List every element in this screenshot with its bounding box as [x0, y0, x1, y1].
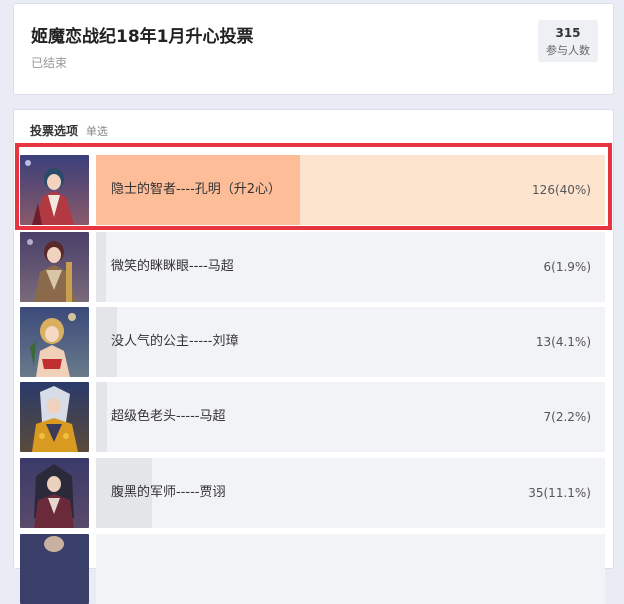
options-section-type: 单选: [85, 125, 108, 138]
option-bar-fill: [96, 382, 108, 452]
poll-option[interactable]: [20, 534, 605, 604]
option-avatar: [20, 232, 89, 302]
option-result: 35(11.1%): [528, 486, 591, 500]
option-label: 微笑的眯眯眼----马超: [111, 259, 234, 274]
option-label: 没人气的公主-----刘璋: [111, 334, 239, 349]
option-label: 超级色老头-----马超: [111, 409, 226, 424]
participant-count-box: 315 参与人数: [538, 20, 598, 62]
option-result: 7(2.2%): [543, 410, 591, 424]
option-bar-fill: [96, 232, 106, 302]
avatar-image: [20, 232, 89, 302]
avatar-image: [20, 534, 89, 604]
avatar-image: [20, 307, 89, 377]
poll-title: 姬魔恋战纪18年1月升心投票: [31, 27, 254, 47]
options-section-title: 投票选项: [30, 124, 79, 138]
poll-status: 已结束: [31, 56, 68, 70]
poll-option[interactable]: 没人气的公主-----刘璋 13(4.1%): [20, 307, 605, 377]
option-result: 13(4.1%): [535, 335, 591, 349]
option-avatar: [20, 458, 89, 528]
option-result: 126(40%): [532, 183, 591, 197]
poll-option[interactable]: 微笑的眯眯眼----马超 6(1.9%): [20, 232, 605, 302]
avatar-image: [20, 382, 89, 452]
option-avatar: [20, 307, 89, 377]
poll-option[interactable]: 隐士的智者----孔明（升2心） 126(40%): [20, 155, 605, 225]
option-avatar: [20, 534, 89, 604]
option-bar-track: [96, 534, 605, 604]
poll-option[interactable]: 腹黑的军师-----贾诩 35(11.1%): [20, 458, 605, 528]
participant-count: 315: [555, 26, 581, 40]
avatar-image: [20, 155, 89, 225]
avatar-image: [20, 458, 89, 528]
option-label: 腹黑的军师-----贾诩: [111, 485, 226, 500]
option-avatar: [20, 155, 89, 225]
participant-count-label: 参与人数: [546, 44, 590, 57]
poll-options-card: 投票选项 单选 隐士的智者----孔明（升2心） 126(40%) 微笑的眯眯眼…: [13, 109, 614, 604]
option-label: 隐士的智者----孔明（升2心）: [111, 182, 282, 197]
poll-header-card: 姬魔恋战纪18年1月升心投票 已结束 315 参与人数: [13, 3, 614, 95]
options-section-header: 投票选项 单选: [30, 122, 108, 139]
option-avatar: [20, 382, 89, 452]
option-result: 6(1.9%): [543, 260, 591, 274]
poll-option[interactable]: 超级色老头-----马超 7(2.2%): [20, 382, 605, 452]
